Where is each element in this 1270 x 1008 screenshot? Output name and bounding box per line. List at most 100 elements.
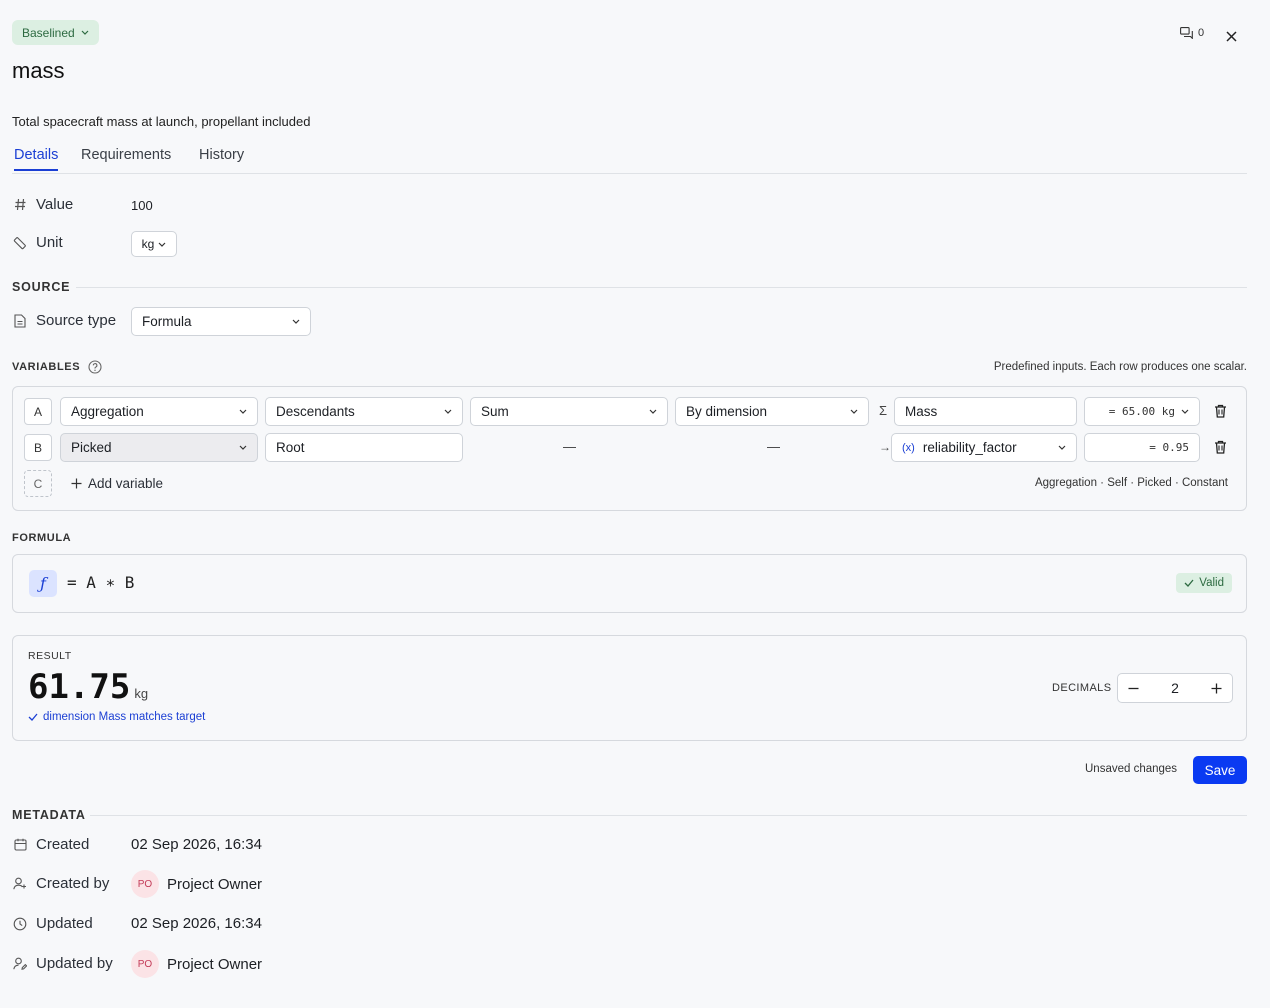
value-label-row: Value bbox=[12, 196, 73, 213]
function-icon: ƒ bbox=[29, 570, 57, 597]
dimension-check-text: dimension Mass matches target bbox=[43, 711, 206, 723]
variable-kind-value: Aggregation bbox=[71, 404, 144, 419]
close-button[interactable] bbox=[1223, 28, 1239, 44]
avatar: PO bbox=[131, 870, 159, 898]
variables-heading-row: VARIABLES bbox=[12, 360, 102, 374]
page-description: Total spacecraft mass at launch, propell… bbox=[12, 114, 311, 129]
value-field[interactable]: 100 bbox=[131, 198, 153, 213]
source-type-select[interactable]: Formula bbox=[131, 307, 311, 336]
unit-label: Unit bbox=[36, 234, 63, 251]
divider bbox=[90, 815, 1247, 816]
tab-history[interactable]: History bbox=[199, 147, 244, 169]
variable-kinds-legend: Aggregation · Self · Picked · Constant bbox=[1034, 477, 1228, 489]
variable-scope-select[interactable]: Descendants bbox=[265, 397, 463, 426]
variable-op-value: Sum bbox=[481, 404, 509, 419]
updated-by-label: Updated by bbox=[36, 955, 113, 972]
unit-label-row: Unit bbox=[12, 234, 63, 251]
variable-op-select[interactable]: Sum bbox=[470, 397, 668, 426]
comment-count: 0 bbox=[1198, 27, 1205, 39]
source-heading: SOURCE bbox=[12, 280, 71, 294]
formula-heading: FORMULA bbox=[12, 532, 72, 544]
variable-letter-next: C bbox=[24, 470, 52, 497]
add-variable-label: Add variable bbox=[88, 476, 164, 491]
created-label-row: Created bbox=[12, 836, 89, 853]
chevron-down-icon bbox=[649, 409, 657, 414]
add-variable-button[interactable]: Add variable bbox=[71, 476, 163, 491]
updated-by-user: PO Project Owner bbox=[131, 950, 262, 978]
chevron-down-icon bbox=[239, 445, 247, 450]
formula-box: ƒ = A ∗ B Valid bbox=[12, 554, 1247, 613]
variable-target-field[interactable]: Mass bbox=[894, 397, 1077, 426]
variable-scope-value: Descendants bbox=[276, 404, 355, 419]
variable-kind-select[interactable]: Picked bbox=[60, 433, 258, 462]
divider bbox=[76, 287, 1247, 288]
variable-letter: A bbox=[24, 398, 52, 425]
user-plus-icon bbox=[12, 876, 28, 892]
variables-hint: Predefined inputs. Each row produces one… bbox=[993, 361, 1247, 373]
decimals-value[interactable]: 2 bbox=[1171, 680, 1179, 696]
result-heading: RESULT bbox=[28, 650, 72, 662]
variables-heading: VARIABLES bbox=[12, 361, 81, 373]
variable-group-select[interactable]: By dimension bbox=[675, 397, 869, 426]
help-icon[interactable] bbox=[88, 360, 102, 374]
tab-details[interactable]: Details bbox=[14, 147, 59, 171]
updated-label-row: Updated bbox=[12, 915, 93, 932]
check-icon bbox=[1184, 579, 1194, 587]
avatar: PO bbox=[131, 950, 159, 978]
calendar-icon bbox=[12, 837, 28, 853]
variable-target-value: Mass bbox=[905, 404, 938, 419]
chevron-down-icon bbox=[81, 30, 89, 35]
delete-variable-button[interactable] bbox=[1214, 440, 1227, 454]
variable-target-value: reliability_factor bbox=[922, 440, 1017, 455]
variable-scope-field[interactable]: Root bbox=[265, 433, 463, 462]
status-dropdown[interactable]: Baselined bbox=[12, 20, 99, 45]
page-title: mass bbox=[12, 58, 65, 83]
plus-icon[interactable] bbox=[1211, 683, 1222, 694]
variable-kind-value: Picked bbox=[71, 440, 112, 455]
ruler-icon bbox=[12, 235, 28, 251]
unit-value: kg bbox=[141, 237, 155, 251]
tab-requirements[interactable]: Requirements bbox=[81, 147, 171, 169]
unsaved-changes-text: Unsaved changes bbox=[1085, 763, 1178, 775]
user-edit-icon bbox=[12, 956, 28, 972]
delete-variable-button[interactable] bbox=[1214, 404, 1227, 418]
comments-button[interactable]: 0 bbox=[1180, 27, 1204, 39]
variable-value: = 65.00 kg bbox=[1108, 405, 1175, 418]
sigma-icon: Σ bbox=[879, 403, 888, 418]
source-type-label: Source type bbox=[36, 312, 117, 329]
formula-expression[interactable]: = A ∗ B bbox=[67, 573, 134, 592]
created-by-label-row: Created by bbox=[12, 875, 109, 892]
metadata-heading: METADATA bbox=[12, 808, 86, 822]
variable-target-select[interactable]: (x) reliability_factor bbox=[891, 433, 1077, 462]
formula-valid-badge: Valid bbox=[1176, 573, 1232, 593]
result-box: RESULT 61.75 kg dimension Mass matches t… bbox=[12, 635, 1247, 741]
variable-kind-select[interactable]: Aggregation bbox=[60, 397, 258, 426]
variables-panel: A Aggregation Descendants Sum By dimensi… bbox=[12, 386, 1247, 511]
tab-bar: Details Requirements History bbox=[12, 147, 1247, 174]
arrow-right-icon: → bbox=[879, 440, 891, 454]
plus-icon bbox=[71, 478, 82, 489]
updated-label: Updated bbox=[36, 915, 93, 932]
variable-value-field[interactable]: = 0.95 bbox=[1084, 433, 1200, 462]
hash-icon bbox=[12, 197, 28, 213]
save-button[interactable]: Save bbox=[1193, 756, 1247, 784]
minus-icon[interactable] bbox=[1128, 683, 1139, 694]
updated-by-name: Project Owner bbox=[167, 955, 263, 973]
result-value-row: 61.75 kg bbox=[28, 667, 148, 707]
variable-letter: B bbox=[24, 434, 52, 461]
unit-select[interactable]: kg bbox=[131, 231, 177, 257]
variable-value-select[interactable]: = 65.00 kg bbox=[1084, 397, 1200, 426]
variable-group-value: By dimension bbox=[686, 404, 768, 419]
source-type-label-row: Source type bbox=[12, 312, 116, 329]
chevron-down-icon bbox=[158, 242, 166, 247]
created-value: 02 Sep 2026, 16:34 bbox=[131, 836, 262, 853]
close-icon bbox=[1225, 30, 1237, 42]
created-label: Created bbox=[36, 836, 90, 853]
status-label: Baselined bbox=[22, 25, 75, 40]
chevron-down-icon bbox=[239, 409, 247, 414]
variable-icon: (x) bbox=[902, 441, 915, 454]
variable-op-empty: — bbox=[563, 439, 576, 454]
formula-status: Valid bbox=[1199, 577, 1224, 589]
document-icon bbox=[12, 313, 28, 329]
variable-value: = 0.95 bbox=[1149, 441, 1189, 454]
